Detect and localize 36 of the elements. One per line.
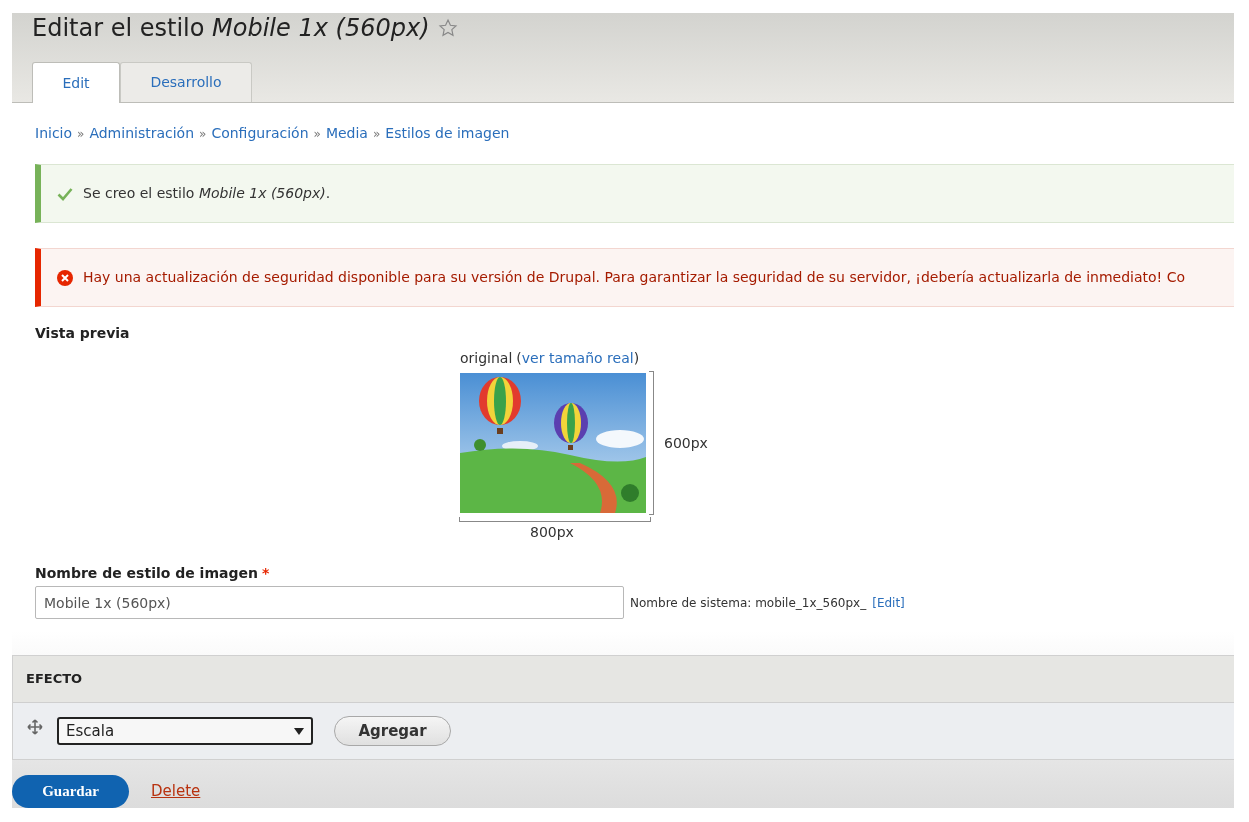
page-title: Editar el estilo Mobile 1x (560px) bbox=[32, 13, 430, 43]
name-input-field[interactable]: Mobile 1x (560px) bbox=[35, 586, 624, 619]
breadcrumb-link[interactable]: Inicio bbox=[35, 123, 73, 144]
system-name-text: Nombre de sistema: mobile_1x_560px_ bbox=[630, 594, 867, 612]
required-mark: * bbox=[261, 564, 270, 583]
edit-link[interactable]: [Edit] bbox=[872, 593, 905, 612]
breadcrumb-link[interactable]: Administración bbox=[89, 123, 195, 144]
breadcrumb-separator: » bbox=[199, 125, 207, 143]
parenthesis: ( bbox=[516, 349, 522, 368]
checkmark-icon bbox=[57, 186, 73, 201]
breadcrumb-separator: » bbox=[372, 125, 381, 143]
table-header: EFECTO bbox=[13, 656, 1234, 703]
tab[interactable]: Desarrollo bbox=[120, 62, 252, 102]
field-label: Nombre de estilo de imagen bbox=[35, 564, 258, 583]
breadcrumb-link[interactable]: Media bbox=[325, 123, 368, 144]
parenthesis: ) bbox=[633, 349, 640, 368]
height-label: 600px bbox=[664, 433, 708, 453]
breadcrumb-separator: » bbox=[77, 125, 85, 143]
breadcrumb-link[interactable]: Configuración bbox=[211, 123, 309, 144]
section-label: Vista previa bbox=[35, 324, 131, 343]
breadcrumb-link[interactable]: Estilos de imagen bbox=[385, 123, 510, 144]
view-actual-size-link[interactable]: ver tamaño real bbox=[521, 348, 634, 369]
error-icon bbox=[57, 269, 73, 286]
tab[interactable]: Edit bbox=[32, 62, 120, 103]
preview-caption: original bbox=[460, 349, 513, 368]
drag-handle-icon[interactable] bbox=[27, 719, 43, 735]
save-button[interactable]: Guardar bbox=[12, 775, 129, 808]
width-label: 800px bbox=[530, 523, 575, 542]
add-button[interactable]: Agregar bbox=[334, 716, 451, 746]
delete-link[interactable]: Delete bbox=[151, 780, 201, 803]
breadcrumb-separator: » bbox=[313, 125, 321, 143]
message-text: Se creo el estilo Mobile 1x (560px). bbox=[83, 184, 331, 203]
effect-select[interactable]: Escala bbox=[57, 717, 313, 745]
message-text: Hay una actualización de seguridad disponible para su versión de Drupal. Para garantizar la seguridad de su servidor, ¡debería actualizarla de inmediato! Co bbox=[83, 268, 1185, 287]
caret-icon bbox=[294, 727, 304, 735]
star-icon[interactable] bbox=[437, 18, 458, 38]
